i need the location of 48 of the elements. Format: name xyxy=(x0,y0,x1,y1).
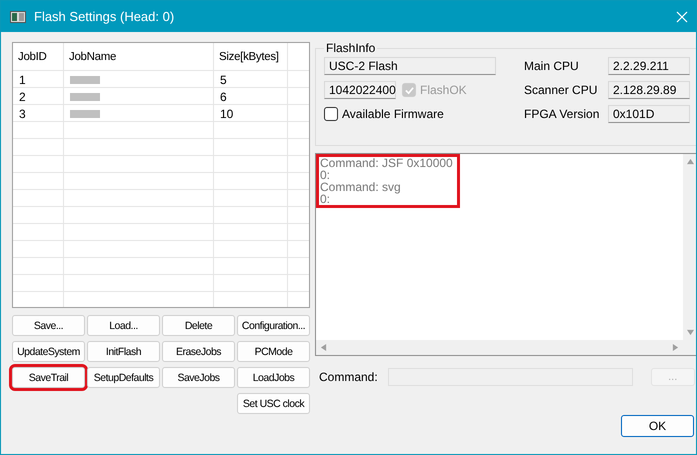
device-field: USC-2 Flash xyxy=(324,57,496,75)
column-header[interactable]: JobName xyxy=(64,43,214,71)
table-cell-text: 2 xyxy=(18,88,27,105)
column-header[interactable]: JobID xyxy=(13,43,64,71)
version-label: FPGA Version xyxy=(524,107,600,121)
vertical-scrollbar[interactable] xyxy=(683,154,696,340)
action-button[interactable]: Load... xyxy=(87,315,160,336)
close-icon[interactable] xyxy=(676,10,688,22)
log-line: Command: JSF 0x10000 xyxy=(320,157,453,169)
left-arrow-icon[interactable] xyxy=(320,344,327,351)
action-button[interactable]: EraseJobs xyxy=(162,341,235,362)
action-button[interactable]: SaveTrail xyxy=(12,367,85,388)
table-cell-text: 6 xyxy=(219,88,228,105)
table-cell-text: 3 xyxy=(18,106,27,122)
horizontal-scrollbar[interactable] xyxy=(316,340,683,355)
version-field: 2.128.29.89 xyxy=(608,81,690,99)
up-arrow-icon[interactable] xyxy=(687,158,694,165)
version-field: 2.2.29.211 xyxy=(608,57,690,75)
version-field: 0x101D xyxy=(608,105,690,123)
down-arrow-icon[interactable] xyxy=(687,329,694,336)
right-arrow-icon[interactable] xyxy=(672,344,679,351)
action-button[interactable]: SaveJobs xyxy=(162,367,235,388)
log-line: Command: svg xyxy=(320,181,402,193)
size-field: 1042022400 xyxy=(324,81,396,99)
action-button[interactable]: InitFlash xyxy=(87,341,160,362)
log-line: 0: xyxy=(320,169,332,181)
command-label: Command: xyxy=(319,370,378,384)
action-button[interactable]: UpdateSystem xyxy=(12,341,85,362)
group-title: FlashInfo xyxy=(324,41,378,55)
window-title: Flash Settings (Head: 0) xyxy=(34,9,176,24)
app-icon xyxy=(10,10,26,22)
table-cell-text: 10 xyxy=(219,106,234,122)
action-button[interactable]: Configuration... xyxy=(237,315,310,336)
log-line: 0: xyxy=(320,193,332,205)
table-cell-text: 5 xyxy=(219,72,228,88)
checkmark-icon xyxy=(404,86,414,94)
action-button[interactable]: Save... xyxy=(12,315,85,336)
action-button[interactable]: Set USC clock xyxy=(237,393,310,414)
action-button[interactable]: LoadJobs xyxy=(237,367,310,388)
action-button[interactable]: PCMode xyxy=(237,341,310,362)
table-cell-text: 1 xyxy=(18,72,27,88)
version-label: Scanner CPU xyxy=(524,83,598,97)
action-button[interactable]: Delete xyxy=(162,315,235,336)
action-button[interactable]: SetupDefaults xyxy=(87,367,160,388)
column-header[interactable]: Size[kBytes] xyxy=(214,43,288,71)
available-firmware-checkbox[interactable]: Available Firmware xyxy=(324,107,444,121)
ok-button[interactable]: OK xyxy=(621,415,694,437)
version-label: Main CPU xyxy=(524,59,580,73)
